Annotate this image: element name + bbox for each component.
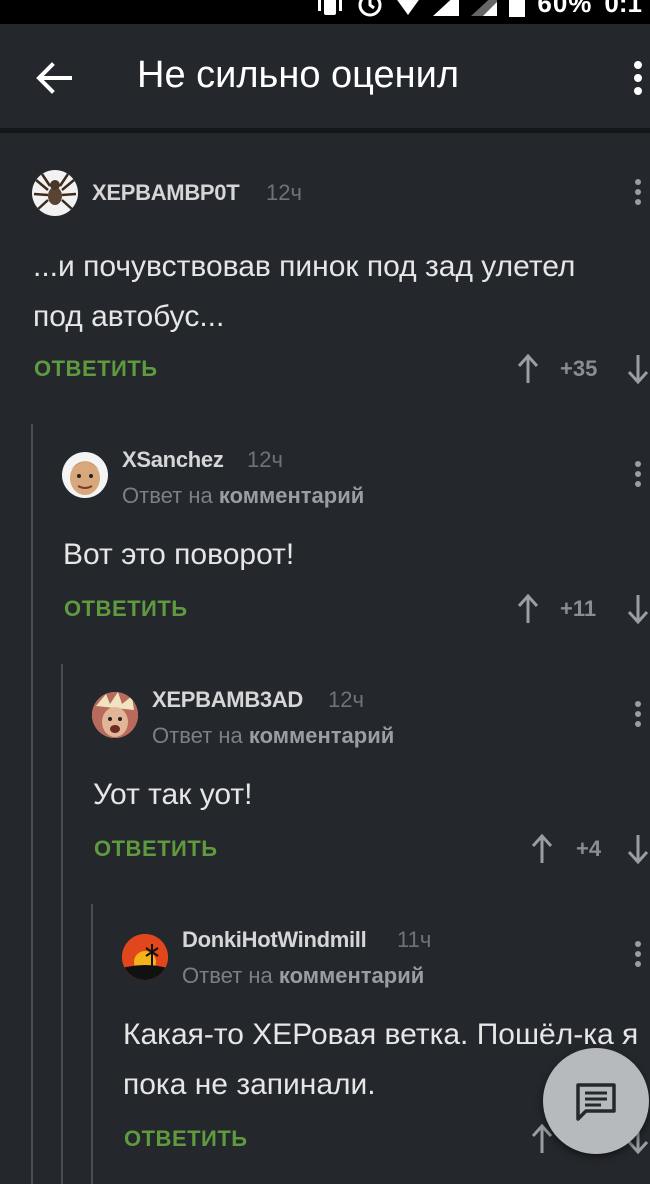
reply-button[interactable]: ОТВЕТИТЬ xyxy=(124,1126,248,1152)
comment-more-icon[interactable] xyxy=(634,940,642,968)
more-menu-icon[interactable] xyxy=(632,60,644,96)
battery-icon xyxy=(509,0,526,17)
signal-icon xyxy=(433,0,460,16)
back-arrow-icon[interactable] xyxy=(30,54,78,102)
comment-more-icon[interactable] xyxy=(634,700,642,728)
reply-to-target[interactable]: комментарий xyxy=(219,483,364,508)
comment-time: 12ч xyxy=(266,180,302,205)
comment-text: ...и почувствовав пинок под зад улетел п… xyxy=(33,250,576,333)
downvote-arrow-icon[interactable] xyxy=(626,833,650,865)
app-bar-divider xyxy=(0,128,650,133)
comment-username[interactable]: XEPBAMBP0T xyxy=(92,180,240,206)
comment-score: +11 xyxy=(560,596,597,621)
battery-percent: 60% xyxy=(537,0,593,18)
reply-to-target[interactable]: комментарий xyxy=(279,963,424,988)
comment-score: +4 xyxy=(576,836,602,861)
alarm-icon xyxy=(358,0,382,16)
page-title: Не сильно оценил xyxy=(137,54,459,96)
avatar[interactable] xyxy=(62,452,108,498)
comment-time: 12ч xyxy=(328,687,364,712)
upvote-arrow-icon[interactable] xyxy=(530,833,554,865)
spider-avatar-icon xyxy=(33,173,77,211)
comment-time: 11ч xyxy=(397,927,432,952)
face-avatar-icon xyxy=(92,692,138,738)
upvote-arrow-icon[interactable] xyxy=(516,353,540,385)
thread-line xyxy=(61,664,63,1184)
avatar[interactable] xyxy=(92,692,138,738)
thread-line xyxy=(91,904,93,1184)
app-bar: Не сильно оценил xyxy=(0,24,650,128)
face-avatar-icon xyxy=(70,461,100,495)
reply-to-prefix: Ответ на xyxy=(182,963,273,988)
comment-username[interactable]: XSanchez xyxy=(122,447,224,473)
comment-icon xyxy=(576,1083,616,1121)
thread-line xyxy=(31,424,33,1184)
vibrate-icon xyxy=(318,0,343,15)
reply-to-link[interactable]: Ответ на комментарий xyxy=(122,483,364,509)
comment-username[interactable]: DonkiHotWindmill xyxy=(182,927,367,953)
reply-to-prefix: Ответ на xyxy=(152,723,243,748)
reply-button[interactable]: ОТВЕТИТЬ xyxy=(64,596,188,622)
reply-button[interactable]: ОТВЕТИТЬ xyxy=(34,356,158,382)
wifi-icon xyxy=(397,0,419,15)
reply-to-link[interactable]: Ответ на комментарий xyxy=(152,723,394,749)
comment-more-icon[interactable] xyxy=(634,178,642,206)
comment-more-icon[interactable] xyxy=(634,460,642,488)
signal-2-icon xyxy=(471,0,498,16)
comment-score: +35 xyxy=(560,356,598,381)
avatar[interactable] xyxy=(122,934,168,980)
comment-username[interactable]: XEPBAMB3AD xyxy=(152,687,303,713)
reply-to-link[interactable]: Ответ на комментарий xyxy=(182,963,424,989)
clock: 0:1 xyxy=(604,0,642,18)
downvote-arrow-icon[interactable] xyxy=(626,593,650,625)
reply-button[interactable]: ОТВЕТИТЬ xyxy=(94,836,218,862)
comment-text: Уот так уот! xyxy=(93,778,253,811)
comment-text: Вот это поворот! xyxy=(63,538,295,571)
comment-time: 12ч xyxy=(247,447,283,472)
comment-fab-button[interactable] xyxy=(543,1048,649,1154)
reply-to-target[interactable]: комментарий xyxy=(249,723,394,748)
status-bar: 60% 0:1 xyxy=(0,0,650,24)
reply-to-prefix: Ответ на xyxy=(122,483,213,508)
windmill-sunset-avatar-icon xyxy=(122,934,168,980)
upvote-arrow-icon[interactable] xyxy=(516,593,540,625)
avatar[interactable] xyxy=(32,170,78,216)
downvote-arrow-icon[interactable] xyxy=(626,353,650,385)
